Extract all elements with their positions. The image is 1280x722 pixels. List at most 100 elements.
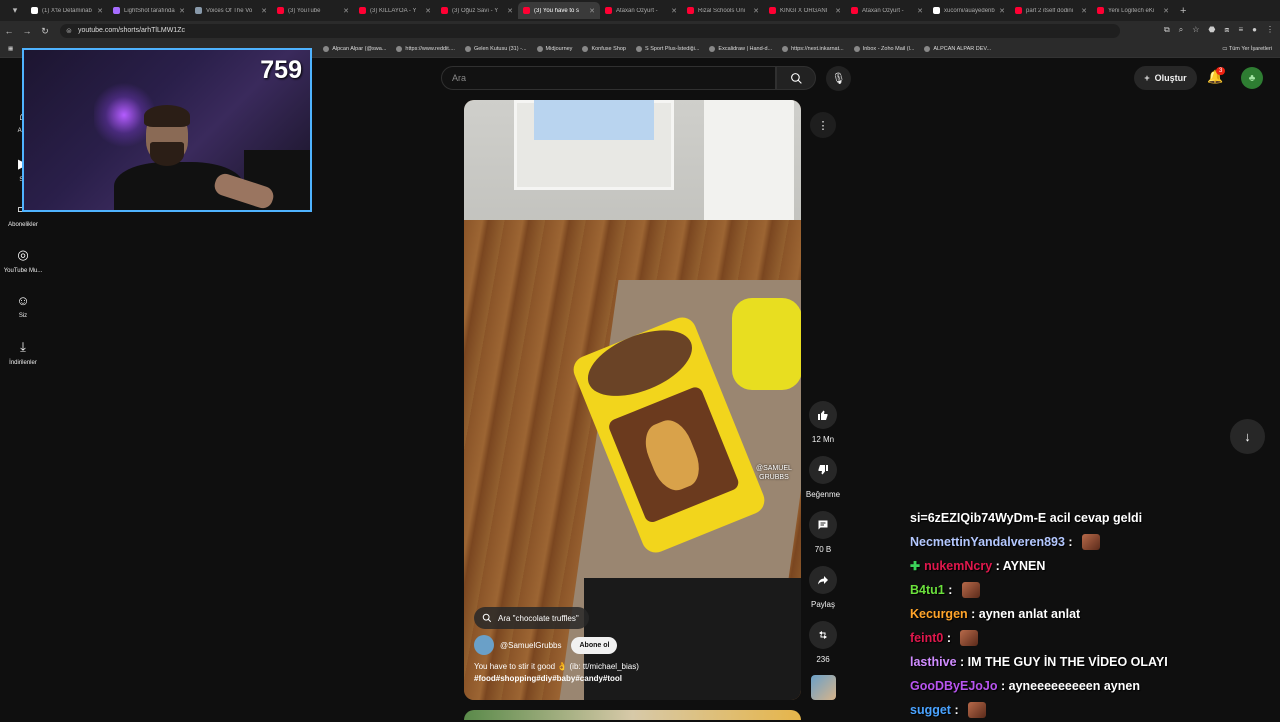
tab-close-icon[interactable]: ✕ xyxy=(343,7,349,15)
next-video-button[interactable]: ↓ xyxy=(1230,419,1265,454)
browser-tab[interactable]: (3) KILLAYOA - Y ✕ xyxy=(354,2,436,19)
tab-close-icon[interactable]: ✕ xyxy=(589,7,595,15)
create-button[interactable]: + Oluştur xyxy=(1134,66,1197,90)
forward-icon[interactable]: → xyxy=(18,26,36,36)
reload-icon[interactable]: ↻ xyxy=(36,26,54,37)
video-scene-lid xyxy=(732,298,801,390)
more-options-button[interactable]: ⋮ xyxy=(810,112,836,138)
install-icon[interactable]: ⧉ xyxy=(1164,25,1170,35)
url-bar[interactable]: ⊜ youtube.com/shorts/arhTlLMW1Zc xyxy=(60,24,1120,38)
browser-tab[interactable]: Voices Of The Vo ✕ xyxy=(190,2,272,19)
tab-close-icon[interactable]: ✕ xyxy=(1081,7,1087,15)
search-button[interactable] xyxy=(776,66,816,90)
browser-tab[interactable]: Rizal Schools Uni ✕ xyxy=(682,2,764,19)
related-search-chip[interactable]: Ara "chocolate truffles" xyxy=(474,607,589,629)
browser-tab[interactable]: xucorni/auayedenb ✕ xyxy=(928,2,1010,19)
tab-close-icon[interactable]: ✕ xyxy=(179,7,185,15)
arrow-down-icon: ↓ xyxy=(1244,429,1251,444)
browser-tab[interactable]: (1) X'te Detaminab ✕ xyxy=(26,2,108,19)
sound-thumbnail[interactable] xyxy=(811,675,836,700)
user-icon: ☺ xyxy=(16,293,30,308)
voice-search-button[interactable]: 🎙 xyxy=(826,66,851,91)
comments-button[interactable]: 70 B xyxy=(803,511,843,554)
tab-close-icon[interactable]: ✕ xyxy=(97,7,103,15)
sidebar-item-label: Abonelikler xyxy=(8,222,38,228)
browser-tab[interactable]: (3) YouTube ✕ xyxy=(272,2,354,19)
tab-favicon-icon xyxy=(1097,7,1104,14)
bookmark-item[interactable]: https://www.reddit.... xyxy=(396,46,455,52)
tab-favicon-icon xyxy=(687,7,694,14)
tab-close-icon[interactable]: ✕ xyxy=(835,7,841,15)
chat-username[interactable]: feint0 xyxy=(910,631,943,645)
chat-username[interactable]: sugget xyxy=(910,703,951,717)
sidebar-item-you[interactable]: ☺ Siz xyxy=(0,293,46,319)
channel-avatar[interactable] xyxy=(474,635,494,655)
bookmark-item[interactable]: https://next.inkarnat... xyxy=(782,46,844,52)
bookmark-star-icon[interactable]: ☆ xyxy=(1192,25,1199,35)
bookmark-item[interactable]: Midjourney xyxy=(536,46,572,52)
subscribe-button[interactable]: Abone ol xyxy=(571,636,618,654)
sidebar-item-downloads[interactable]: ⤓ İndirilenler xyxy=(0,339,46,366)
browser-tab[interactable]: Yeni Logitech eKi ✕ xyxy=(1092,2,1174,19)
tab-close-icon[interactable]: ✕ xyxy=(671,7,677,15)
extension-icon[interactable]: ⬣ xyxy=(1208,25,1215,35)
chat-username[interactable]: lasthive xyxy=(910,655,957,669)
channel-name[interactable]: @SamuelGrubbs xyxy=(500,641,561,650)
media-icon[interactable]: ≡ xyxy=(1238,25,1243,35)
apps-icon[interactable]: ▦ xyxy=(8,46,13,52)
tab-favicon-icon xyxy=(195,7,202,14)
bookmark-favicon-icon xyxy=(396,46,403,52)
browser-tab[interactable]: Ataxan Özyurt - ✕ xyxy=(600,2,682,19)
bookmark-item[interactable]: Gelen Kutusu (31) -... xyxy=(464,46,527,52)
browser-tab[interactable]: (3) You have to s ✕ xyxy=(518,2,600,19)
browser-tab[interactable]: part 2 itself dodini ✕ xyxy=(1010,2,1092,19)
chat-text: : xyxy=(944,583,956,597)
chat-username[interactable]: B4tu1 xyxy=(910,583,945,597)
bookmark-item[interactable]: Inbox - Zoho Mail (l... xyxy=(853,46,914,52)
tab-close-icon[interactable]: ✕ xyxy=(1163,7,1169,15)
short-video-player[interactable]: @SAMUEL GRUBBS Ara "chocolate truffles" @… xyxy=(464,100,801,700)
tab-close-icon[interactable]: ✕ xyxy=(261,7,267,15)
tab-close-icon[interactable]: ✕ xyxy=(999,7,1005,15)
dislike-button[interactable]: Beğenme xyxy=(803,456,843,499)
tab-list-icon[interactable]: ▾ xyxy=(4,3,26,19)
browser-tab[interactable]: Ataxan Özyurt - ✕ xyxy=(846,2,928,19)
all-bookmarks[interactable]: ▭ Tüm Yer İşaretleri xyxy=(1222,46,1272,52)
browser-tab[interactable]: KINGİ X ORGANİ ✕ xyxy=(764,2,846,19)
share-button[interactable]: Paylaş xyxy=(803,566,843,609)
bookmark-item[interactable]: S Sport Plus-İstediği... xyxy=(636,46,699,52)
menu-icon[interactable]: ⋮ xyxy=(1266,25,1274,35)
tab-close-icon[interactable]: ✕ xyxy=(917,7,923,15)
chat-username[interactable]: NecmettinYandalveren893 xyxy=(910,535,1065,549)
new-tab-button[interactable]: + xyxy=(1180,5,1186,17)
extensions-puzzle-icon[interactable]: ⧈ xyxy=(1224,25,1229,35)
tab-close-icon[interactable]: ✕ xyxy=(507,7,513,15)
bookmark-list: Alpcan Alpar (@swa... https://www.reddit.… xyxy=(323,46,991,52)
tab-close-icon[interactable]: ✕ xyxy=(425,7,431,15)
chat-username[interactable]: Kecurgen xyxy=(910,607,968,621)
tab-label: KINGİ X ORGANİ xyxy=(780,7,828,14)
remix-button[interactable]: 236 xyxy=(803,621,843,664)
hashtags[interactable]: #food#shopping#diy#baby#candy#tool xyxy=(474,673,639,685)
browser-tab[interactable]: LightShot tarafında ✕ xyxy=(108,2,190,19)
next-short-preview[interactable] xyxy=(464,710,801,720)
chat-username[interactable]: GooDByEJoJo xyxy=(910,679,998,693)
sidebar-item-music[interactable]: ◎ YouTube Mu... xyxy=(0,247,46,274)
bookmark-favicon-icon xyxy=(323,46,330,52)
tab-favicon-icon xyxy=(851,7,858,14)
tab-close-icon[interactable]: ✕ xyxy=(753,7,759,15)
notifications-button[interactable]: 🔔 3 xyxy=(1207,67,1226,85)
bookmark-item[interactable]: Alpcan Alpar (@swa... xyxy=(323,46,386,52)
back-icon[interactable]: ← xyxy=(0,26,18,36)
account-avatar[interactable]: ♣ xyxy=(1241,67,1263,89)
chat-username[interactable]: nukemNcry xyxy=(924,559,992,573)
search-input[interactable]: Ara xyxy=(441,66,776,90)
bookmark-item[interactable]: Excalidraw | Hand-d... xyxy=(709,46,772,52)
like-button[interactable]: 12 Mn xyxy=(803,401,843,444)
bookmark-item[interactable]: Konfuse Shop xyxy=(582,46,626,52)
zoom-icon[interactable]: ⌕ xyxy=(1179,25,1183,35)
bookmark-item[interactable]: ALPCAN ALPAR DEV... xyxy=(924,46,991,52)
site-info-icon[interactable]: ⊜ xyxy=(66,27,72,35)
browser-tab[interactable]: (3) Oğuz Savı - Y ✕ xyxy=(436,2,518,19)
profile-icon[interactable]: ● xyxy=(1252,25,1257,35)
